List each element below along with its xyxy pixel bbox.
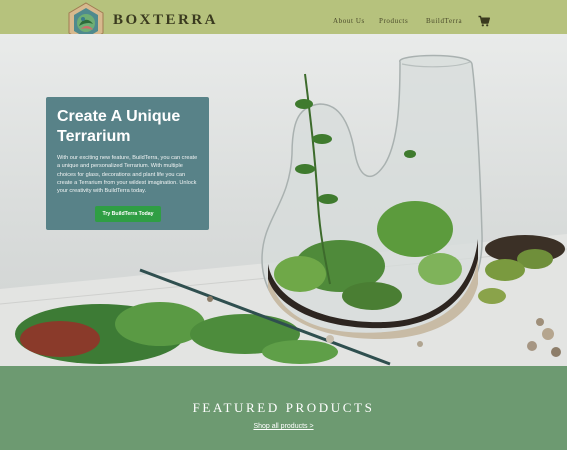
shopping-cart-icon[interactable] xyxy=(478,15,490,27)
brand-name[interactable]: BoxTerra xyxy=(113,12,218,29)
featured-products-section: Featured Products Shop all products > xyxy=(0,366,567,450)
hero-title: Create A Unique Terrarium xyxy=(57,108,181,145)
nav-products[interactable]: Products xyxy=(379,17,408,25)
shop-all-products-link[interactable]: Shop all products > xyxy=(0,423,567,430)
nav-about-us[interactable]: About Us xyxy=(333,17,365,25)
hero-section: Create A Unique Terrarium With our excit… xyxy=(0,34,567,366)
featured-products-title: Featured Products xyxy=(192,400,375,415)
hero-promo-card: Create A Unique Terrarium With our excit… xyxy=(46,97,209,230)
hero-description: With our exciting new feature, BuildTerr… xyxy=(57,155,198,195)
nav-buildterra[interactable]: BuildTerra xyxy=(426,17,462,25)
site-header: BoxTerra About Us Products BuildTerra xyxy=(0,0,567,44)
try-buildterra-button[interactable]: Try BuildTerra Today xyxy=(95,206,161,222)
